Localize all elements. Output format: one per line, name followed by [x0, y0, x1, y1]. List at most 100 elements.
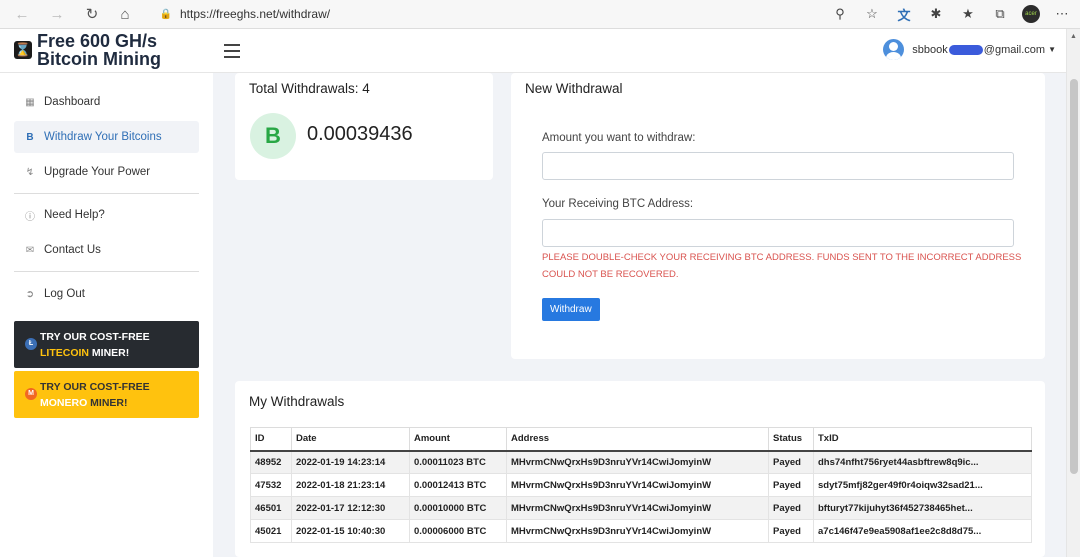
sidebar-divider	[14, 271, 199, 272]
page-scrollbar[interactable]: ▲	[1066, 29, 1080, 557]
column-header-status[interactable]: Status	[768, 427, 814, 452]
btc-address-input[interactable]	[542, 219, 1014, 247]
cell-date: 2022-01-15 10:40:30	[291, 519, 410, 543]
column-header-txid[interactable]: TxID	[813, 427, 1032, 452]
brand-line-2: Bitcoin Mining	[37, 49, 161, 69]
litecoin-promo-banner[interactable]: Ł TRY OUR COST-FREE LITECOIN MINER!	[14, 321, 199, 368]
cell-status: Payed	[768, 450, 814, 474]
logout-icon: ➲	[25, 288, 35, 300]
amount-input[interactable]	[542, 152, 1014, 180]
cell-id: 45021	[250, 519, 292, 543]
cell-amount: 0.00011023 BTC	[409, 450, 507, 474]
user-email-prefix: sbbook	[912, 43, 948, 56]
table-row: 48952 2022-01-19 14:23:14 0.00011023 BTC…	[250, 450, 1032, 474]
cell-txid: dhs74nfht756ryet44asbftrew8q9ic...	[813, 450, 1032, 474]
sidebar-divider	[14, 193, 199, 194]
table-row: 47532 2022-01-18 21:23:14 0.00012413 BTC…	[250, 473, 1032, 497]
url-text: https://freeghs.net/withdraw/	[180, 7, 331, 21]
my-withdrawals-title: My Withdrawals	[249, 394, 345, 409]
lock-icon[interactable]: 🔒	[160, 8, 172, 20]
back-icon[interactable]: ←	[11, 3, 33, 25]
refresh-icon[interactable]: ↻	[81, 3, 103, 25]
cell-status: Payed	[768, 519, 814, 543]
cell-amount: 0.00006000 BTC	[409, 519, 507, 543]
cell-address: MHvrmCNwQrxHs9D3nruYVr14CwiJomyinW	[506, 473, 769, 497]
extensions-icon[interactable]: ✱	[926, 4, 946, 24]
promo-line-1: TRY OUR COST-FREE	[40, 331, 150, 343]
column-header-date[interactable]: Date	[291, 427, 410, 452]
more-icon[interactable]: ⋯	[1052, 4, 1072, 24]
sidebar-item-logout[interactable]: ➲ Log Out	[14, 278, 199, 310]
home-icon[interactable]: ⌂	[114, 3, 136, 25]
brand-text-block: Free 600 GH/s Bitcoin Mining	[37, 32, 161, 68]
column-header-amount[interactable]: Amount	[409, 427, 507, 452]
profile-avatar[interactable]: acer	[1022, 5, 1040, 23]
column-header-address[interactable]: Address	[506, 427, 769, 452]
table-row: 46501 2022-01-17 12:12:30 0.00010000 BTC…	[250, 496, 1032, 520]
sidebar-item-label: Dashboard	[44, 96, 101, 108]
bolt-icon: ↯	[25, 166, 35, 178]
column-header-id[interactable]: ID	[250, 427, 292, 452]
cell-date: 2022-01-18 21:23:14	[291, 473, 410, 497]
promo-rest: MINER!	[89, 347, 130, 359]
sidebar-item-label: Contact Us	[44, 244, 101, 256]
favorites-icon[interactable]: ★	[958, 4, 978, 24]
grid-icon: ▦	[25, 96, 35, 108]
new-withdrawal-card: New Withdrawal Amount you want to withdr…	[511, 73, 1045, 359]
profile-label: acer	[1025, 11, 1037, 17]
promo-highlight: LITECOIN	[40, 347, 89, 359]
brand[interactable]: ⌛ Free 600 GH/s Bitcoin Mining	[14, 32, 161, 68]
user-avatar-icon	[883, 39, 905, 60]
sidebar-item-contact[interactable]: ✉ Contact Us	[14, 234, 199, 266]
withdraw-button[interactable]: Withdraw	[542, 298, 600, 321]
cell-status: Payed	[768, 473, 814, 497]
bitcoin-icon: B	[26, 131, 34, 143]
sidebar-item-help[interactable]: ⓘ Need Help?	[14, 199, 199, 231]
cell-amount: 0.00012413 BTC	[409, 473, 507, 497]
browser-actions: ⚲ ☆ 文 ✱ ★ ⧉ acer ⋯	[830, 3, 1072, 25]
cell-id: 46501	[250, 496, 292, 520]
sidebar-item-label: Need Help?	[44, 209, 105, 221]
address-bar[interactable]: 🔒 https://freeghs.net/withdraw/	[152, 3, 852, 25]
favorite-add-icon[interactable]: ☆	[862, 4, 882, 24]
sidebar-item-withdraw[interactable]: B Withdraw Your Bitcoins	[14, 121, 199, 153]
sidebar-item-label: Log Out	[44, 288, 85, 300]
mail-icon: ✉	[25, 244, 35, 256]
caret-down-icon: ▼	[1048, 45, 1056, 54]
litecoin-icon: Ł	[25, 338, 37, 350]
cell-address: MHvrmCNwQrxHs9D3nruYVr14CwiJomyinW	[506, 496, 769, 520]
cell-id: 48952	[250, 450, 292, 474]
sidebar-item-label: Upgrade Your Power	[44, 166, 151, 178]
bitcoin-symbol: B	[265, 123, 281, 148]
scrollbar-thumb[interactable]	[1070, 79, 1078, 474]
cell-address: MHvrmCNwQrxHs9D3nruYVr14CwiJomyinW	[506, 450, 769, 474]
site-header: ⌛ Free 600 GH/s Bitcoin Mining sbbook @gm…	[0, 29, 1066, 73]
withdrawals-table: ID Date Amount Address Status TxID 48952…	[250, 427, 1032, 543]
scroll-up-icon[interactable]: ▲	[1070, 33, 1077, 40]
cell-txid: a7c146f47e9ea5908af1ee2c8d8d75...	[813, 519, 1032, 543]
help-icon: ⓘ	[25, 211, 35, 223]
my-withdrawals-card: My Withdrawals ID Date Amount Address St…	[235, 381, 1045, 557]
monero-promo-banner[interactable]: M TRY OUR COST-FREE MONERO MINER!	[14, 371, 199, 418]
sidebar-item-dashboard[interactable]: ▦ Dashboard	[14, 86, 199, 118]
new-withdrawal-title: New Withdrawal	[525, 81, 623, 96]
address-label: Your Receiving BTC Address:	[542, 198, 694, 210]
promo-highlight: MONERO	[40, 397, 88, 409]
promo-rest: MINER!	[87, 397, 128, 409]
sidebar-item-upgrade[interactable]: ↯ Upgrade Your Power	[14, 156, 199, 188]
zoom-icon[interactable]: ⚲	[830, 4, 850, 24]
monero-icon: M	[25, 388, 37, 400]
user-email-suffix: @gmail.com	[983, 43, 1046, 56]
forward-icon[interactable]: →	[46, 3, 68, 25]
cell-date: 2022-01-19 14:23:14	[291, 450, 410, 474]
collections-icon[interactable]: ⧉	[990, 4, 1010, 24]
cell-txid: bfturyt77kijuhyt36f452738465het...	[813, 496, 1032, 520]
translate-icon[interactable]: 文	[894, 4, 914, 24]
table-row: 45021 2022-01-15 10:40:30 0.00006000 BTC…	[250, 519, 1032, 543]
promo-line-1: TRY OUR COST-FREE	[40, 381, 150, 393]
sidebar-item-label: Withdraw Your Bitcoins	[44, 131, 162, 143]
user-menu[interactable]: sbbook @gmail.com ▼	[883, 39, 1056, 60]
menu-toggle-icon[interactable]	[224, 44, 240, 58]
sidebar: ▦ Dashboard B Withdraw Your Bitcoins ↯ U…	[0, 73, 213, 557]
promo-line-2: LITECOIN MINER!	[40, 345, 199, 361]
